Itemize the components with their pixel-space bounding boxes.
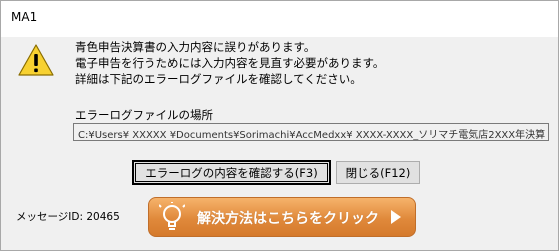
solution-link-button[interactable]: 解決方法はこちらをクリック (148, 197, 416, 237)
close-button[interactable]: 閉じる(F12) (336, 161, 420, 184)
lightbulb-icon (159, 202, 185, 230)
dialog-body: 青色申告決算書の入力内容に誤りがあります。 電子申告を行うためには入力内容を見直… (1, 37, 558, 250)
message-line-3: 詳細は下記のエラーログファイルを確認してください。 (75, 72, 362, 86)
message-id: メッセージID: 20465 (16, 211, 120, 223)
window-title: MA1 (11, 10, 38, 24)
arrow-right-icon (391, 210, 401, 224)
log-location-label: エラーログファイルの場所 (75, 108, 213, 122)
dialog-window: MA1 青色申告決算書の入力内容に誤りがあります。 電子申告を行うためには入力内… (0, 0, 559, 251)
error-message: 青色申告決算書の入力内容に誤りがあります。 電子申告を行うためには入力内容を見直… (75, 39, 384, 87)
message-line-2: 電子申告を行うためには入力内容を見直す必要があります。 (75, 56, 385, 70)
title-bar[interactable]: MA1 (1, 1, 558, 37)
confirm-log-button[interactable]: エラーログの内容を確認する(F3) (132, 160, 331, 185)
warning-icon (18, 44, 54, 76)
log-path-field[interactable]: C:¥Users¥ XXXXX ¥Documents¥Sorimachi¥Acc… (73, 123, 549, 141)
solution-link-label: 解決方法はこちらをクリック (197, 211, 379, 227)
message-line-1: 青色申告決算書の入力内容に誤りがあります。 (75, 40, 316, 54)
